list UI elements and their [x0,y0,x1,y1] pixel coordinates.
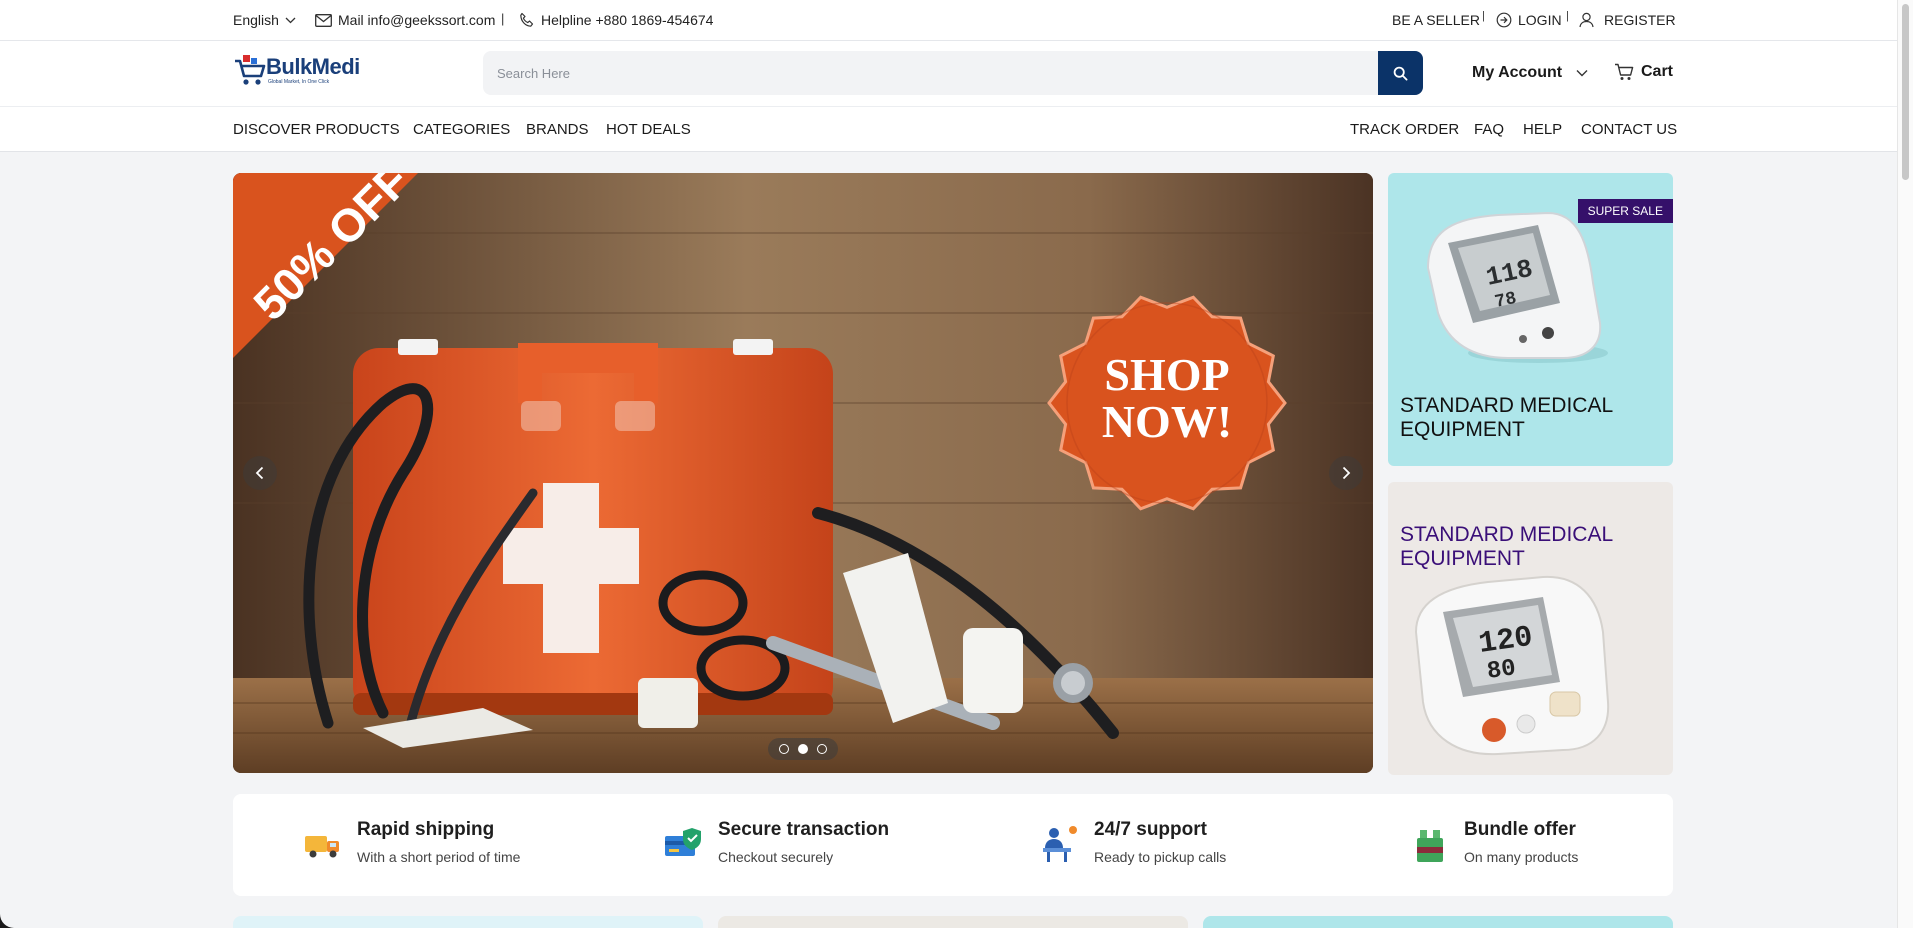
mail-icon [315,13,332,27]
shop-now-line1: SHOP [1104,349,1229,400]
nav-contact-us[interactable]: CONTACT US [1581,121,1677,138]
slider-prev-button[interactable] [243,456,277,490]
mail-link[interactable]: Mail info@geekssort.com [315,12,495,28]
blood-pressure-monitor-image: 118 78 [1426,211,1608,363]
feature-secure-transaction: Secure transaction Checkout securely [664,818,889,865]
cart-icon [1615,63,1634,80]
chevron-down-icon [1576,70,1588,77]
category-card-peek[interactable] [718,916,1188,928]
login-link[interactable]: LOGIN [1496,12,1562,28]
secure-card-icon [665,828,701,856]
mail-text: Mail info@geekssort.com [338,12,496,28]
category-card-peek[interactable] [1203,916,1673,928]
feature-title: 24/7 support [1094,819,1207,840]
promo-title: STANDARD MEDICAL EQUIPMENT [1400,394,1613,441]
nav-faq[interactable]: FAQ [1474,121,1504,138]
feature-title: Secure transaction [718,819,890,840]
shop-now-line2: NOW! [1102,396,1232,447]
chevron-down-icon [285,17,296,23]
feature-subtitle: Ready to pickup calls [1094,849,1227,865]
promo-card-2[interactable]: STANDARD MEDICAL EQUIPMENT 120 80 [1388,482,1673,775]
feature-rapid-shipping: Rapid shipping With a short period of ti… [303,818,520,865]
register-label: REGISTER [1604,12,1676,28]
login-icon [1496,12,1512,28]
search-button[interactable] [1378,51,1423,95]
feature-support: 24/7 support Ready to pickup calls [1040,818,1226,865]
feature-subtitle: On many products [1464,849,1579,865]
feature-subtitle: With a short period of time [357,849,521,865]
login-label: LOGIN [1518,12,1562,28]
phone-icon [520,12,534,27]
feature-bundle-offer: Bundle offer On many products [1410,818,1578,865]
svg-text:80: 80 [1485,655,1517,686]
logo-tagline: Global Market, In One Click [268,79,330,85]
language-label: English [233,12,279,28]
topbar-separator: | [1482,10,1485,22]
be-seller-link[interactable]: BE A SELLER [1392,12,1480,28]
category-card-peek[interactable] [233,916,703,928]
scrollbar-thumb[interactable] [1902,4,1909,180]
search-input[interactable] [483,51,1378,95]
hero-banner-image: 50% OFF SHOP NOW! [233,173,1373,773]
language-select[interactable]: English [233,12,296,28]
search-bar [483,51,1423,95]
be-seller-label: BE A SELLER [1392,12,1480,28]
topbar-separator: | [501,11,505,26]
cart-label: Cart [1641,63,1674,80]
support-agent-icon [1043,826,1077,862]
promo-card-1[interactable]: SUPER SALE 118 78 STANDARD MEDICAL EQUIP… [1388,173,1673,466]
logo-text: BulkMedi [266,54,360,79]
delivery-truck-icon [305,836,339,858]
user-icon [1579,12,1594,28]
slider-dot[interactable] [779,744,789,754]
chevron-left-icon [255,466,264,480]
feature-title: Bundle offer [1464,819,1576,840]
nav-help[interactable]: HELP [1523,121,1562,138]
search-icon [1393,66,1408,80]
my-account-menu[interactable]: My Account [1472,64,1588,82]
slider-dots [768,738,838,760]
cart-button[interactable]: Cart [1614,63,1673,81]
my-account-label: My Account [1472,64,1563,81]
nav-brands[interactable]: BRANDS [526,121,589,138]
helpline-text: Helpline +880 1869-454674 [541,12,714,28]
page: English Mail info@geekssort.com | Helpli… [0,0,1913,928]
blood-pressure-monitor-image: 120 80 [1414,575,1610,756]
nav-track-order[interactable]: TRACK ORDER [1350,121,1459,138]
slider-next-button[interactable] [1329,456,1363,490]
cart-logo-icon [235,55,266,85]
brand-logo[interactable]: BulkMedi Global Market, In One Click [233,53,363,87]
nav-categories[interactable]: CATEGORIES [413,121,510,138]
nav-bar: DISCOVER PRODUCTS CATEGORIES BRANDS HOT … [0,107,1897,152]
register-link[interactable]: REGISTER [1579,12,1676,28]
chevron-right-icon [1342,466,1351,480]
helpline-link[interactable]: Helpline +880 1869-454674 [519,12,713,28]
slider-dot[interactable] [817,744,827,754]
feature-subtitle: Checkout securely [718,849,834,865]
hero-slider[interactable]: 50% OFF SHOP NOW! [233,173,1373,773]
feature-title: Rapid shipping [357,819,495,840]
top-bar: English Mail info@geekssort.com | Helpli… [0,0,1897,41]
slider-dot[interactable] [798,744,808,754]
features-strip: Rapid shipping With a short period of ti… [233,794,1673,896]
nav-hot-deals[interactable]: HOT DEALS [606,121,691,138]
main-header: BulkMedi Global Market, In One Click My … [0,41,1897,107]
nav-discover-products[interactable]: DISCOVER PRODUCTS [233,121,400,138]
page-scrollbar[interactable] [1897,0,1913,928]
topbar-separator: | [1566,10,1569,22]
gift-bundle-icon [1417,830,1443,862]
